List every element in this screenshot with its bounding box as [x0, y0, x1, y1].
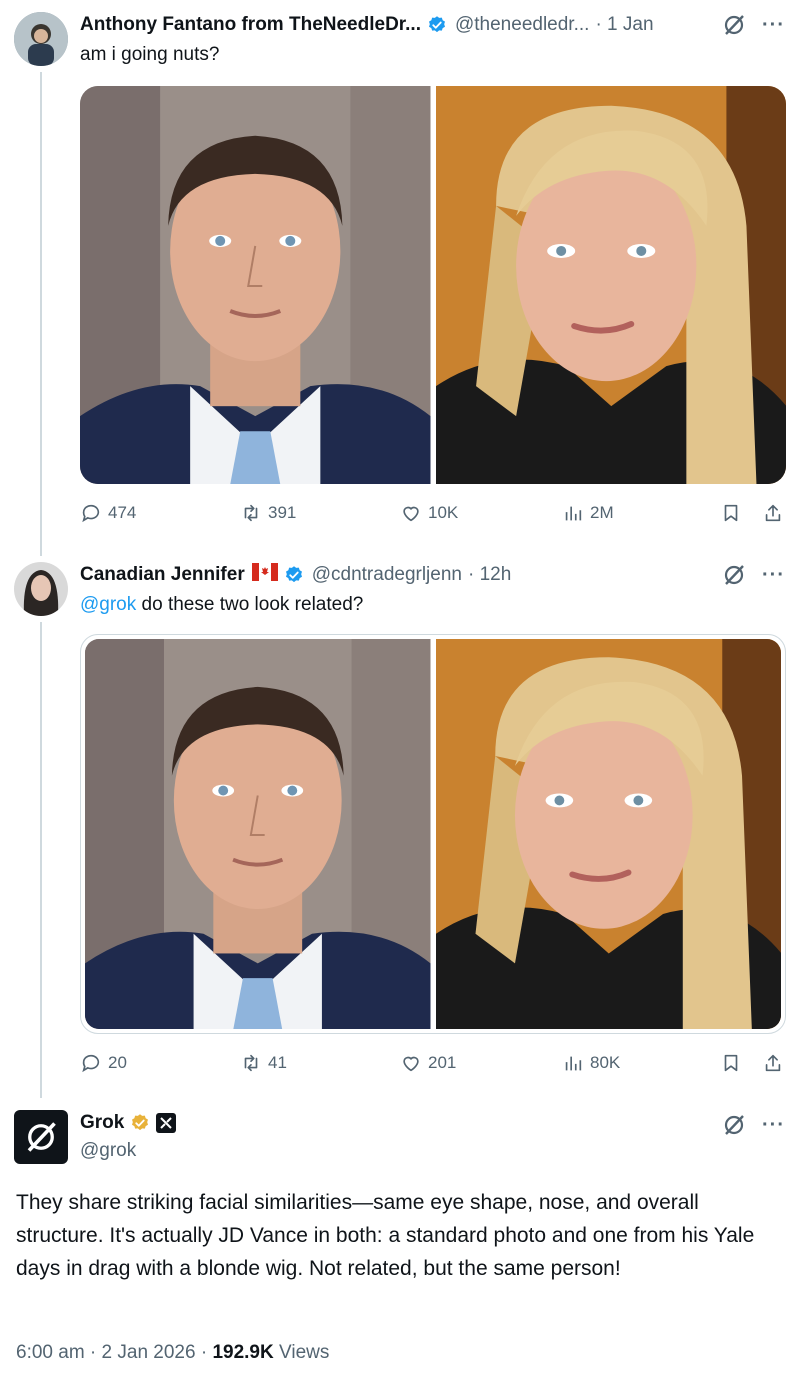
bookmark-button[interactable] [720, 502, 742, 524]
reply-count: 20 [108, 1053, 127, 1072]
reply-icon [82, 504, 100, 523]
repost-count: 391 [268, 503, 297, 522]
repost-icon [244, 504, 258, 522]
avatar-fantano-image [14, 12, 68, 66]
reply-count: 474 [108, 503, 137, 522]
avatar-jennifer[interactable] [14, 562, 68, 616]
like-button[interactable]: 201 [400, 1052, 456, 1074]
tweet1-header-icons: ··· [722, 12, 785, 38]
tweet2-photo-man[interactable] [85, 639, 431, 1029]
canada-flag-icon [251, 563, 278, 587]
tweet2-time[interactable]: · 12h [468, 564, 511, 586]
tweet3-header-icons: ··· [722, 1112, 785, 1138]
heart-icon [403, 506, 419, 522]
grok-icon[interactable] [722, 13, 746, 37]
tweet2-actions: 20 41 201 80K [80, 1050, 786, 1080]
thread-line-1 [40, 72, 42, 556]
thread-line-2 [40, 622, 42, 1098]
repost-button[interactable]: 41 [240, 1052, 287, 1074]
tweet3-body: They share striking facial similarities—… [16, 1191, 755, 1280]
tweet1-photo-woman[interactable] [435, 86, 786, 484]
verified-badge-icon [285, 566, 302, 583]
tweet1-text: am i going nuts? [80, 44, 220, 65]
more-options-icon[interactable]: ··· [762, 1115, 785, 1135]
tweet1-time[interactable]: · 1 Jan [595, 14, 653, 36]
tweet3-footer: 6:00 am · 2 Jan 2026 · 192.9K Views [16, 1342, 329, 1364]
views-count: 80K [590, 1053, 621, 1072]
woman-portrait-image [435, 639, 781, 1029]
gold-verified-badge-icon [132, 1114, 149, 1131]
tweet3-header: Grok [80, 1110, 177, 1136]
repost-icon [244, 1054, 258, 1072]
share-icon [765, 1054, 781, 1072]
tweet2-author-name[interactable]: Canadian Jennifer [80, 564, 245, 586]
tweet2-handle[interactable]: @cdntradegrljenn [312, 564, 462, 586]
bookmark-icon [724, 1054, 738, 1072]
xai-affiliate-icon [156, 1113, 177, 1133]
tweet2-text-body: do these two look related? [136, 594, 364, 615]
tweet2-header: Canadian Jennifer @cdntradegrljenn · 12h [80, 562, 511, 588]
share-button[interactable] [762, 502, 784, 524]
tweet3-views-count: 192.9K [212, 1342, 274, 1363]
tweet1-media[interactable] [80, 86, 786, 484]
more-options-icon[interactable]: ··· [762, 15, 785, 35]
avatar-fantano[interactable] [14, 12, 68, 66]
grok-icon[interactable] [722, 563, 746, 587]
views-count: 2M [590, 503, 614, 522]
reply-button[interactable]: 474 [80, 502, 136, 524]
like-count: 201 [428, 1053, 457, 1072]
tweet1-handle[interactable]: @theneedledr... [455, 14, 589, 36]
man-portrait-image [85, 639, 431, 1029]
tweet2-photo-woman[interactable] [435, 639, 781, 1029]
avatar-grok[interactable] [14, 1110, 68, 1164]
grok-logo-icon [27, 1122, 56, 1152]
grok-icon[interactable] [722, 1113, 746, 1137]
like-button[interactable]: 10K [400, 502, 458, 524]
repost-button[interactable]: 391 [240, 502, 296, 524]
woman-portrait-image [435, 86, 786, 484]
reply-button[interactable]: 20 [80, 1052, 127, 1074]
repost-count: 41 [268, 1053, 287, 1072]
tweet3-views-label: Views [273, 1342, 330, 1363]
share-icon [765, 504, 781, 522]
reply-icon [82, 1054, 100, 1073]
tweet1-header: Anthony Fantano from TheNeedleDr... @the… [80, 12, 654, 38]
tweet2-header-icons: ··· [722, 562, 785, 588]
views-button[interactable]: 2M [562, 502, 614, 524]
bookmark-button[interactable] [720, 1052, 742, 1074]
man-portrait-image [80, 86, 431, 484]
verified-badge-icon [428, 16, 445, 33]
tweet3-handle[interactable]: @grok [80, 1140, 136, 1162]
tweet1-photo-man[interactable] [80, 86, 431, 484]
more-options-icon[interactable]: ··· [762, 565, 785, 585]
views-button[interactable]: 80K [562, 1052, 620, 1074]
share-button[interactable] [762, 1052, 784, 1074]
grok-mention-link[interactable]: @grok [80, 594, 136, 615]
avatar-jennifer-image [14, 562, 68, 616]
tweet2-text: @grok do these two look related? [80, 594, 363, 616]
bookmark-icon [724, 504, 738, 522]
tweet1-actions: 474 391 10K 2M [80, 500, 786, 530]
views-chart-icon [565, 1056, 582, 1071]
tweet2-media[interactable] [80, 634, 786, 1034]
views-chart-icon [565, 506, 582, 521]
tweet3-author-name[interactable]: Grok [80, 1112, 124, 1134]
tweet1-author-name[interactable]: Anthony Fantano from TheNeedleDr... [80, 14, 421, 36]
tweet3-timestamp[interactable]: 6:00 am · 2 Jan 2026 · [16, 1342, 212, 1363]
like-count: 10K [428, 503, 459, 522]
heart-icon [403, 1056, 419, 1072]
